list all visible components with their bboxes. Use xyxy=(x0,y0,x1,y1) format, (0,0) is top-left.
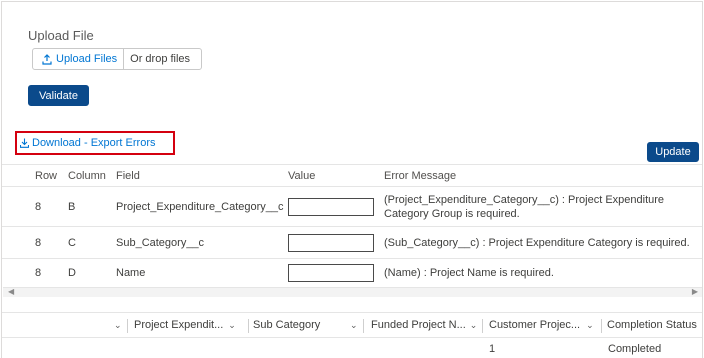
error-table-header: Row Column Field Value Error Message xyxy=(2,164,702,186)
update-button[interactable]: Update xyxy=(647,142,699,162)
column-header-project-expenditure[interactable]: Project Expendit... ⌄ xyxy=(134,313,236,337)
column-letter: D xyxy=(68,266,76,279)
value-cell xyxy=(288,227,374,258)
header-row: Row xyxy=(35,169,58,182)
row-number: 8 xyxy=(35,266,42,279)
column-title: Funded Project N... xyxy=(371,319,466,331)
horizontal-scrollbar[interactable]: ◀ ▶ xyxy=(3,287,702,297)
column-title: Customer Projec... xyxy=(489,319,581,331)
error-message: (Sub_Category__c) : Project Expenditure … xyxy=(384,236,690,249)
row-number: 8 xyxy=(35,236,42,249)
chevron-down-icon[interactable]: ⌄ xyxy=(470,320,478,331)
file-upload-dropzone[interactable]: Upload Files Or drop files xyxy=(32,48,202,70)
field-name: Sub_Category__c xyxy=(116,236,205,249)
download-export-errors-link[interactable]: Download - Export Errors xyxy=(15,131,175,155)
error-message: (Project_Expenditure_Category__c) : Proj… xyxy=(384,193,665,220)
row-number: 8 xyxy=(35,200,42,213)
table-row: 8 B Project_Expenditure_Category__c (Pro… xyxy=(2,186,702,226)
column-menu-chevron-down-icon[interactable]: ⌄ xyxy=(114,313,122,337)
column-letter: B xyxy=(68,200,76,213)
field-name: Name xyxy=(116,266,146,279)
value-input[interactable] xyxy=(288,233,374,252)
header-column: Column xyxy=(68,169,106,182)
chevron-down-icon[interactable]: ⌄ xyxy=(228,320,236,331)
import-panel: Upload File Upload Files Or drop files V… xyxy=(1,1,703,358)
column-header-customer-project[interactable]: Customer Projec... ⌄ xyxy=(489,313,594,337)
drop-files-text: Or drop files xyxy=(130,53,191,65)
column-header-completion-status[interactable]: Completion Status xyxy=(607,313,697,337)
column-divider xyxy=(601,319,602,333)
upload-files-label: Upload Files xyxy=(56,53,118,65)
header-value: Value xyxy=(288,169,316,182)
validate-button[interactable]: Validate xyxy=(28,85,89,106)
value-input[interactable] xyxy=(288,263,374,282)
column-header-funded-project[interactable]: Funded Project N... ⌄ xyxy=(371,313,477,337)
column-title: Project Expendit... xyxy=(134,319,224,331)
download-icon xyxy=(20,138,29,148)
download-export-errors-label: Download - Export Errors xyxy=(32,137,156,149)
scroll-left-icon[interactable]: ◀ xyxy=(8,287,14,296)
column-title: Sub Category xyxy=(253,319,321,331)
column-title: Completion Status xyxy=(607,319,697,331)
table-row: 8 C Sub_Category__c (Sub_Category__c) : … xyxy=(2,226,702,258)
table-row: 8 D Name (Name) : Project Name is requir… xyxy=(2,258,702,286)
column-divider xyxy=(248,319,249,333)
field-name: Project_Expenditure_Category__c xyxy=(116,200,284,213)
error-message: (Name) : Project Name is required. xyxy=(384,266,554,279)
chevron-down-icon[interactable]: ⌄ xyxy=(350,313,358,337)
upload-file-label: Upload File xyxy=(28,28,94,43)
header-field: Field xyxy=(116,169,140,182)
value-cell xyxy=(288,259,374,286)
column-divider xyxy=(127,319,128,333)
column-divider xyxy=(363,319,364,333)
chevron-down-icon[interactable]: ⌄ xyxy=(586,320,594,331)
records-grid-header: ⌄ Project Expendit... ⌄ Sub Category ⌄ F… xyxy=(2,312,702,338)
value-cell xyxy=(288,187,374,226)
customer-project-value: 1 xyxy=(489,342,496,355)
upload-icon xyxy=(42,53,52,65)
completion-status-value: Completed xyxy=(608,342,662,355)
upload-files-button[interactable]: Upload Files xyxy=(33,49,125,69)
column-letter: C xyxy=(68,236,76,249)
header-error-message: Error Message xyxy=(384,169,457,182)
table-row: 1 Completed xyxy=(2,338,702,358)
scroll-right-icon[interactable]: ▶ xyxy=(692,287,698,296)
value-input[interactable] xyxy=(288,197,374,216)
column-divider xyxy=(482,319,483,333)
column-header-sub-category[interactable]: Sub Category xyxy=(253,313,320,337)
